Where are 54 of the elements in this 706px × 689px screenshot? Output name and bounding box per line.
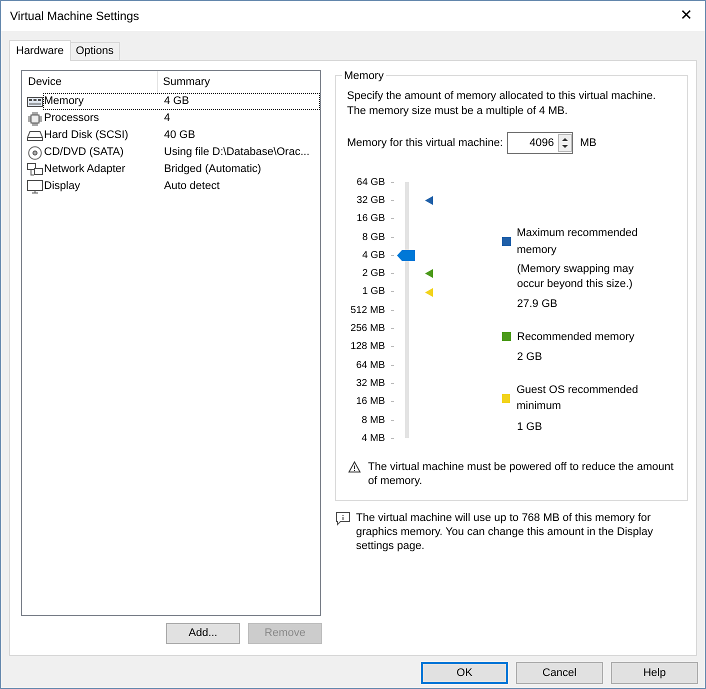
column-header: Summary bbox=[162, 74, 210, 90]
scale-label: 2 GB bbox=[361, 267, 385, 282]
warning-text: The virtual machine must be powered off to reduce the amount of memory. bbox=[368, 460, 675, 488]
network-icon bbox=[27, 162, 43, 176]
dialog-button[interactable]: Add... bbox=[166, 623, 240, 644]
scale-label: 512 MB bbox=[350, 304, 385, 318]
scale-label: 128 MB bbox=[350, 340, 385, 354]
dialog-button[interactable]: Cancel bbox=[516, 662, 603, 684]
scale-label: 4 GB bbox=[361, 248, 385, 263]
scale-label: 32 MB bbox=[355, 376, 385, 391]
tab[interactable]: Options bbox=[70, 42, 120, 60]
device-row[interactable]: Hard Disk (SCSI) 40 GB bbox=[43, 127, 320, 144]
device-row[interactable]: Memory 4 GB bbox=[43, 93, 320, 110]
slider-thumb[interactable] bbox=[397, 250, 415, 261]
scale-label: 8 MB bbox=[360, 414, 385, 428]
info-text: The virtual machine will use up to 768 MB of this memory for graphics memory. You can change this amount in the Display settings page. bbox=[356, 511, 654, 553]
disc-icon bbox=[28, 146, 42, 160]
scale-label: 64 MB bbox=[355, 358, 385, 373]
close-button[interactable]: ✕ bbox=[676, 4, 697, 28]
field-label: Memory for this virtual machine: bbox=[347, 136, 504, 151]
scale-label: 4 MB bbox=[360, 432, 385, 446]
unit-label: MB bbox=[580, 136, 596, 151]
scale-label: 16 MB bbox=[355, 395, 385, 410]
device-row[interactable]: Processors 4 bbox=[43, 110, 320, 127]
scale-label: 256 MB bbox=[350, 322, 385, 336]
monitor-icon bbox=[27, 180, 43, 194]
column-header: Device bbox=[22, 71, 158, 93]
legend-note: (Memory swapping may occur beyond this size.) bbox=[516, 262, 635, 292]
scale-label: 64 GB bbox=[356, 176, 385, 190]
legend-label: Guest OS recommended minimum bbox=[516, 382, 640, 414]
spinner-icon[interactable] bbox=[558, 134, 572, 152]
dialog-button[interactable]: Help bbox=[611, 662, 698, 684]
legend-value: 1 GB bbox=[516, 420, 544, 434]
legend-value: 27.9 GB bbox=[516, 297, 558, 312]
legend-label: Recommended memory bbox=[517, 330, 634, 344]
dialog-button[interactable]: OK bbox=[421, 662, 508, 684]
memory-input[interactable]: 4096 bbox=[507, 132, 573, 154]
memory-icon bbox=[27, 96, 43, 108]
device-row[interactable]: Display Auto detect bbox=[43, 178, 320, 195]
window-title: Virtual Machine Settings bbox=[10, 8, 140, 25]
warning-icon bbox=[348, 461, 361, 473]
scale-label: 32 GB bbox=[356, 194, 385, 208]
description-text: Specify the amount of memory allocated to this virtual machine. The memory size must be a multiple of 4 MB. bbox=[347, 89, 657, 119]
group-title: Memory bbox=[342, 68, 386, 84]
info-icon bbox=[336, 512, 350, 526]
chip-icon bbox=[28, 112, 42, 126]
tab[interactable]: Hardware bbox=[9, 40, 71, 61]
legend-label: Maximum recommended memory bbox=[516, 226, 639, 258]
device-row[interactable]: Network Adapter Bridged (Automatic) bbox=[43, 161, 320, 178]
legend-value: 2 GB bbox=[516, 350, 544, 365]
scale-label: 8 GB bbox=[361, 230, 385, 245]
scale-label: 16 GB bbox=[356, 212, 385, 226]
scale-label: 1 GB bbox=[361, 285, 385, 300]
device-row[interactable]: CD/DVD (SATA) Using file D:\Database\Orac... bbox=[43, 144, 320, 161]
